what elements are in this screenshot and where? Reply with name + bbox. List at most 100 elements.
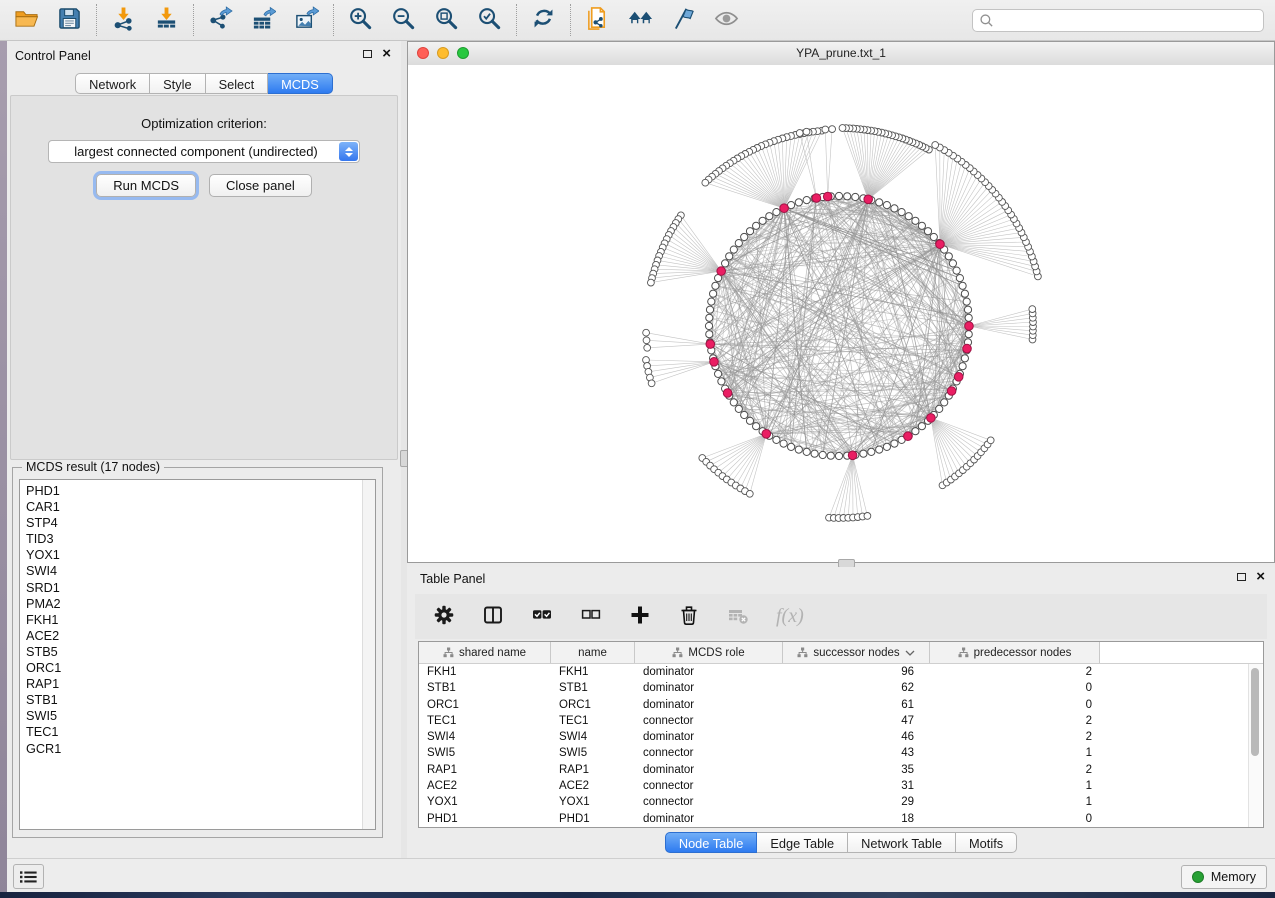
close-panel-button[interactable]: Close panel bbox=[209, 174, 312, 197]
deselect-all-button[interactable] bbox=[580, 605, 602, 629]
create-column-button[interactable] bbox=[629, 605, 651, 629]
mcds-result-item[interactable]: YOX1 bbox=[20, 547, 362, 563]
dropdown-stepper-icon bbox=[339, 142, 358, 161]
network-canvas[interactable] bbox=[408, 65, 1274, 562]
table-row[interactable]: ORC1ORC1dominator610 bbox=[419, 697, 1263, 713]
delete-table-icon bbox=[727, 604, 749, 629]
table-cell: 46 bbox=[783, 729, 930, 745]
table-cell: connector bbox=[635, 745, 783, 761]
mcds-result-item[interactable]: SWI4 bbox=[20, 563, 362, 579]
table-panel-close-button[interactable]: × bbox=[1256, 571, 1265, 583]
import-network-button[interactable] bbox=[110, 7, 137, 34]
table-row[interactable]: ACE2ACE2connector311 bbox=[419, 778, 1263, 794]
table-cell: 31 bbox=[783, 778, 930, 794]
column-header-MCDS-role[interactable]: MCDS role bbox=[635, 642, 783, 663]
table-header-row: shared namenameMCDS rolesuccessor nodesp… bbox=[419, 642, 1263, 664]
table-row[interactable]: RAP1RAP1dominator352 bbox=[419, 762, 1263, 778]
control-panel-tabs: NetworkStyleSelectMCDS bbox=[7, 73, 401, 94]
tab-select[interactable]: Select bbox=[206, 73, 269, 94]
mcds-result-item[interactable]: STB5 bbox=[20, 644, 362, 660]
control-panel-close-button[interactable]: × bbox=[382, 48, 391, 60]
tab-network-table[interactable]: Network Table bbox=[848, 832, 956, 853]
column-header-shared-name[interactable]: shared name bbox=[419, 642, 551, 663]
open-file-button[interactable] bbox=[13, 7, 40, 34]
mcds-result-item[interactable]: ORC1 bbox=[20, 660, 362, 676]
column-header-successor-nodes[interactable]: successor nodes bbox=[783, 642, 930, 663]
table-cell: 0 bbox=[930, 697, 1100, 713]
tab-node-table[interactable]: Node Table bbox=[665, 832, 758, 853]
run-mcds-button[interactable]: Run MCDS bbox=[96, 174, 196, 197]
annotation-mode-icon bbox=[671, 6, 696, 34]
annotation-mode-button[interactable] bbox=[670, 7, 697, 34]
mcds-result-item[interactable]: ACE2 bbox=[20, 628, 362, 644]
column-header-name[interactable]: name bbox=[551, 642, 635, 663]
table-row[interactable]: TEC1TEC1connector472 bbox=[419, 713, 1263, 729]
mcds-result-item[interactable]: FKH1 bbox=[20, 612, 362, 628]
zoom-fit-button[interactable] bbox=[433, 7, 460, 34]
table-cell: dominator bbox=[635, 762, 783, 778]
table-cell: connector bbox=[635, 778, 783, 794]
search-input[interactable] bbox=[998, 11, 1263, 31]
zoom-out-button[interactable] bbox=[390, 7, 417, 34]
refresh-view-button[interactable] bbox=[530, 7, 557, 34]
table-row[interactable]: PHD1PHD1dominator180 bbox=[419, 811, 1263, 827]
mcds-result-item[interactable]: RAP1 bbox=[20, 676, 362, 692]
table-row[interactable]: YOX1YOX1connector291 bbox=[419, 794, 1263, 810]
tab-motifs[interactable]: Motifs bbox=[956, 832, 1017, 853]
select-all-button[interactable] bbox=[531, 605, 553, 629]
tab-network[interactable]: Network bbox=[75, 73, 150, 94]
memory-button[interactable]: Memory bbox=[1181, 865, 1267, 889]
network-view-window: YPA_prune.txt_1 bbox=[407, 41, 1275, 563]
export-table-icon bbox=[251, 6, 276, 34]
network-graph[interactable] bbox=[408, 65, 1274, 562]
export-network-button[interactable] bbox=[207, 7, 234, 34]
open-session-file-button[interactable] bbox=[584, 7, 611, 34]
zoom-selected-button[interactable] bbox=[476, 7, 503, 34]
table-cell: 2 bbox=[930, 729, 1100, 745]
mcds-result-item[interactable]: PHD1 bbox=[20, 483, 362, 499]
show-columns-icon bbox=[482, 604, 504, 629]
table-cell: 62 bbox=[783, 680, 930, 696]
mcds-result-item[interactable]: SRD1 bbox=[20, 580, 362, 596]
table-options-button[interactable] bbox=[433, 605, 455, 629]
mcds-result-item[interactable]: TID3 bbox=[20, 531, 362, 547]
mcds-result-item[interactable]: PMA2 bbox=[20, 596, 362, 612]
mcds-result-item[interactable]: TEC1 bbox=[20, 724, 362, 740]
table-row[interactable]: SWI4SWI4dominator462 bbox=[419, 729, 1263, 745]
tab-style[interactable]: Style bbox=[150, 73, 205, 94]
tab-segment: Node TableEdge TableNetwork TableMotifs bbox=[665, 832, 1017, 853]
desktop-wallpaper-left bbox=[0, 41, 7, 898]
table-panel-float-button[interactable] bbox=[1237, 573, 1246, 581]
export-table-button[interactable] bbox=[250, 7, 277, 34]
export-image-button[interactable] bbox=[293, 7, 320, 34]
import-table-button[interactable] bbox=[153, 7, 180, 34]
save-session-button[interactable] bbox=[56, 7, 83, 34]
table-scrollbar[interactable] bbox=[1248, 664, 1262, 827]
mcds-result-item[interactable]: CAR1 bbox=[20, 499, 362, 515]
table-row[interactable]: FKH1FKH1dominator962 bbox=[419, 664, 1263, 680]
column-header-predecessor-nodes[interactable]: predecessor nodes bbox=[930, 642, 1100, 663]
control-panel-float-button[interactable] bbox=[363, 50, 372, 58]
first-neighbors-button[interactable] bbox=[627, 7, 654, 34]
table-cell: dominator bbox=[635, 680, 783, 696]
mcds-result-item[interactable]: SWI5 bbox=[20, 708, 362, 724]
show-columns-button[interactable] bbox=[482, 605, 504, 629]
mcds-result-title: MCDS result (17 nodes) bbox=[22, 460, 164, 474]
panel-list-button[interactable] bbox=[13, 864, 44, 889]
mcds-result-item[interactable]: STB1 bbox=[20, 692, 362, 708]
mcds-result-item[interactable]: GCR1 bbox=[20, 741, 362, 757]
network-window-title: YPA_prune.txt_1 bbox=[408, 46, 1274, 60]
zoom-in-button[interactable] bbox=[347, 7, 374, 34]
network-window-titlebar: YPA_prune.txt_1 bbox=[408, 42, 1274, 66]
table-row[interactable]: STB1STB1dominator620 bbox=[419, 680, 1263, 696]
table-row[interactable]: SWI5SWI5connector431 bbox=[419, 745, 1263, 761]
table-cell: 43 bbox=[783, 745, 930, 761]
optimization-criterion-dropdown[interactable]: largest connected component (undirected) bbox=[48, 140, 360, 163]
tab-edge-table[interactable]: Edge Table bbox=[757, 832, 848, 853]
mcds-result-item[interactable]: STP4 bbox=[20, 515, 362, 531]
delete-column-button[interactable] bbox=[678, 605, 700, 629]
tab-mcds[interactable]: MCDS bbox=[268, 73, 333, 94]
table-scrollbar-thumb[interactable] bbox=[1251, 668, 1259, 756]
mcds-result-scrollbar[interactable] bbox=[362, 480, 375, 829]
graphics-details-button[interactable] bbox=[713, 7, 740, 34]
